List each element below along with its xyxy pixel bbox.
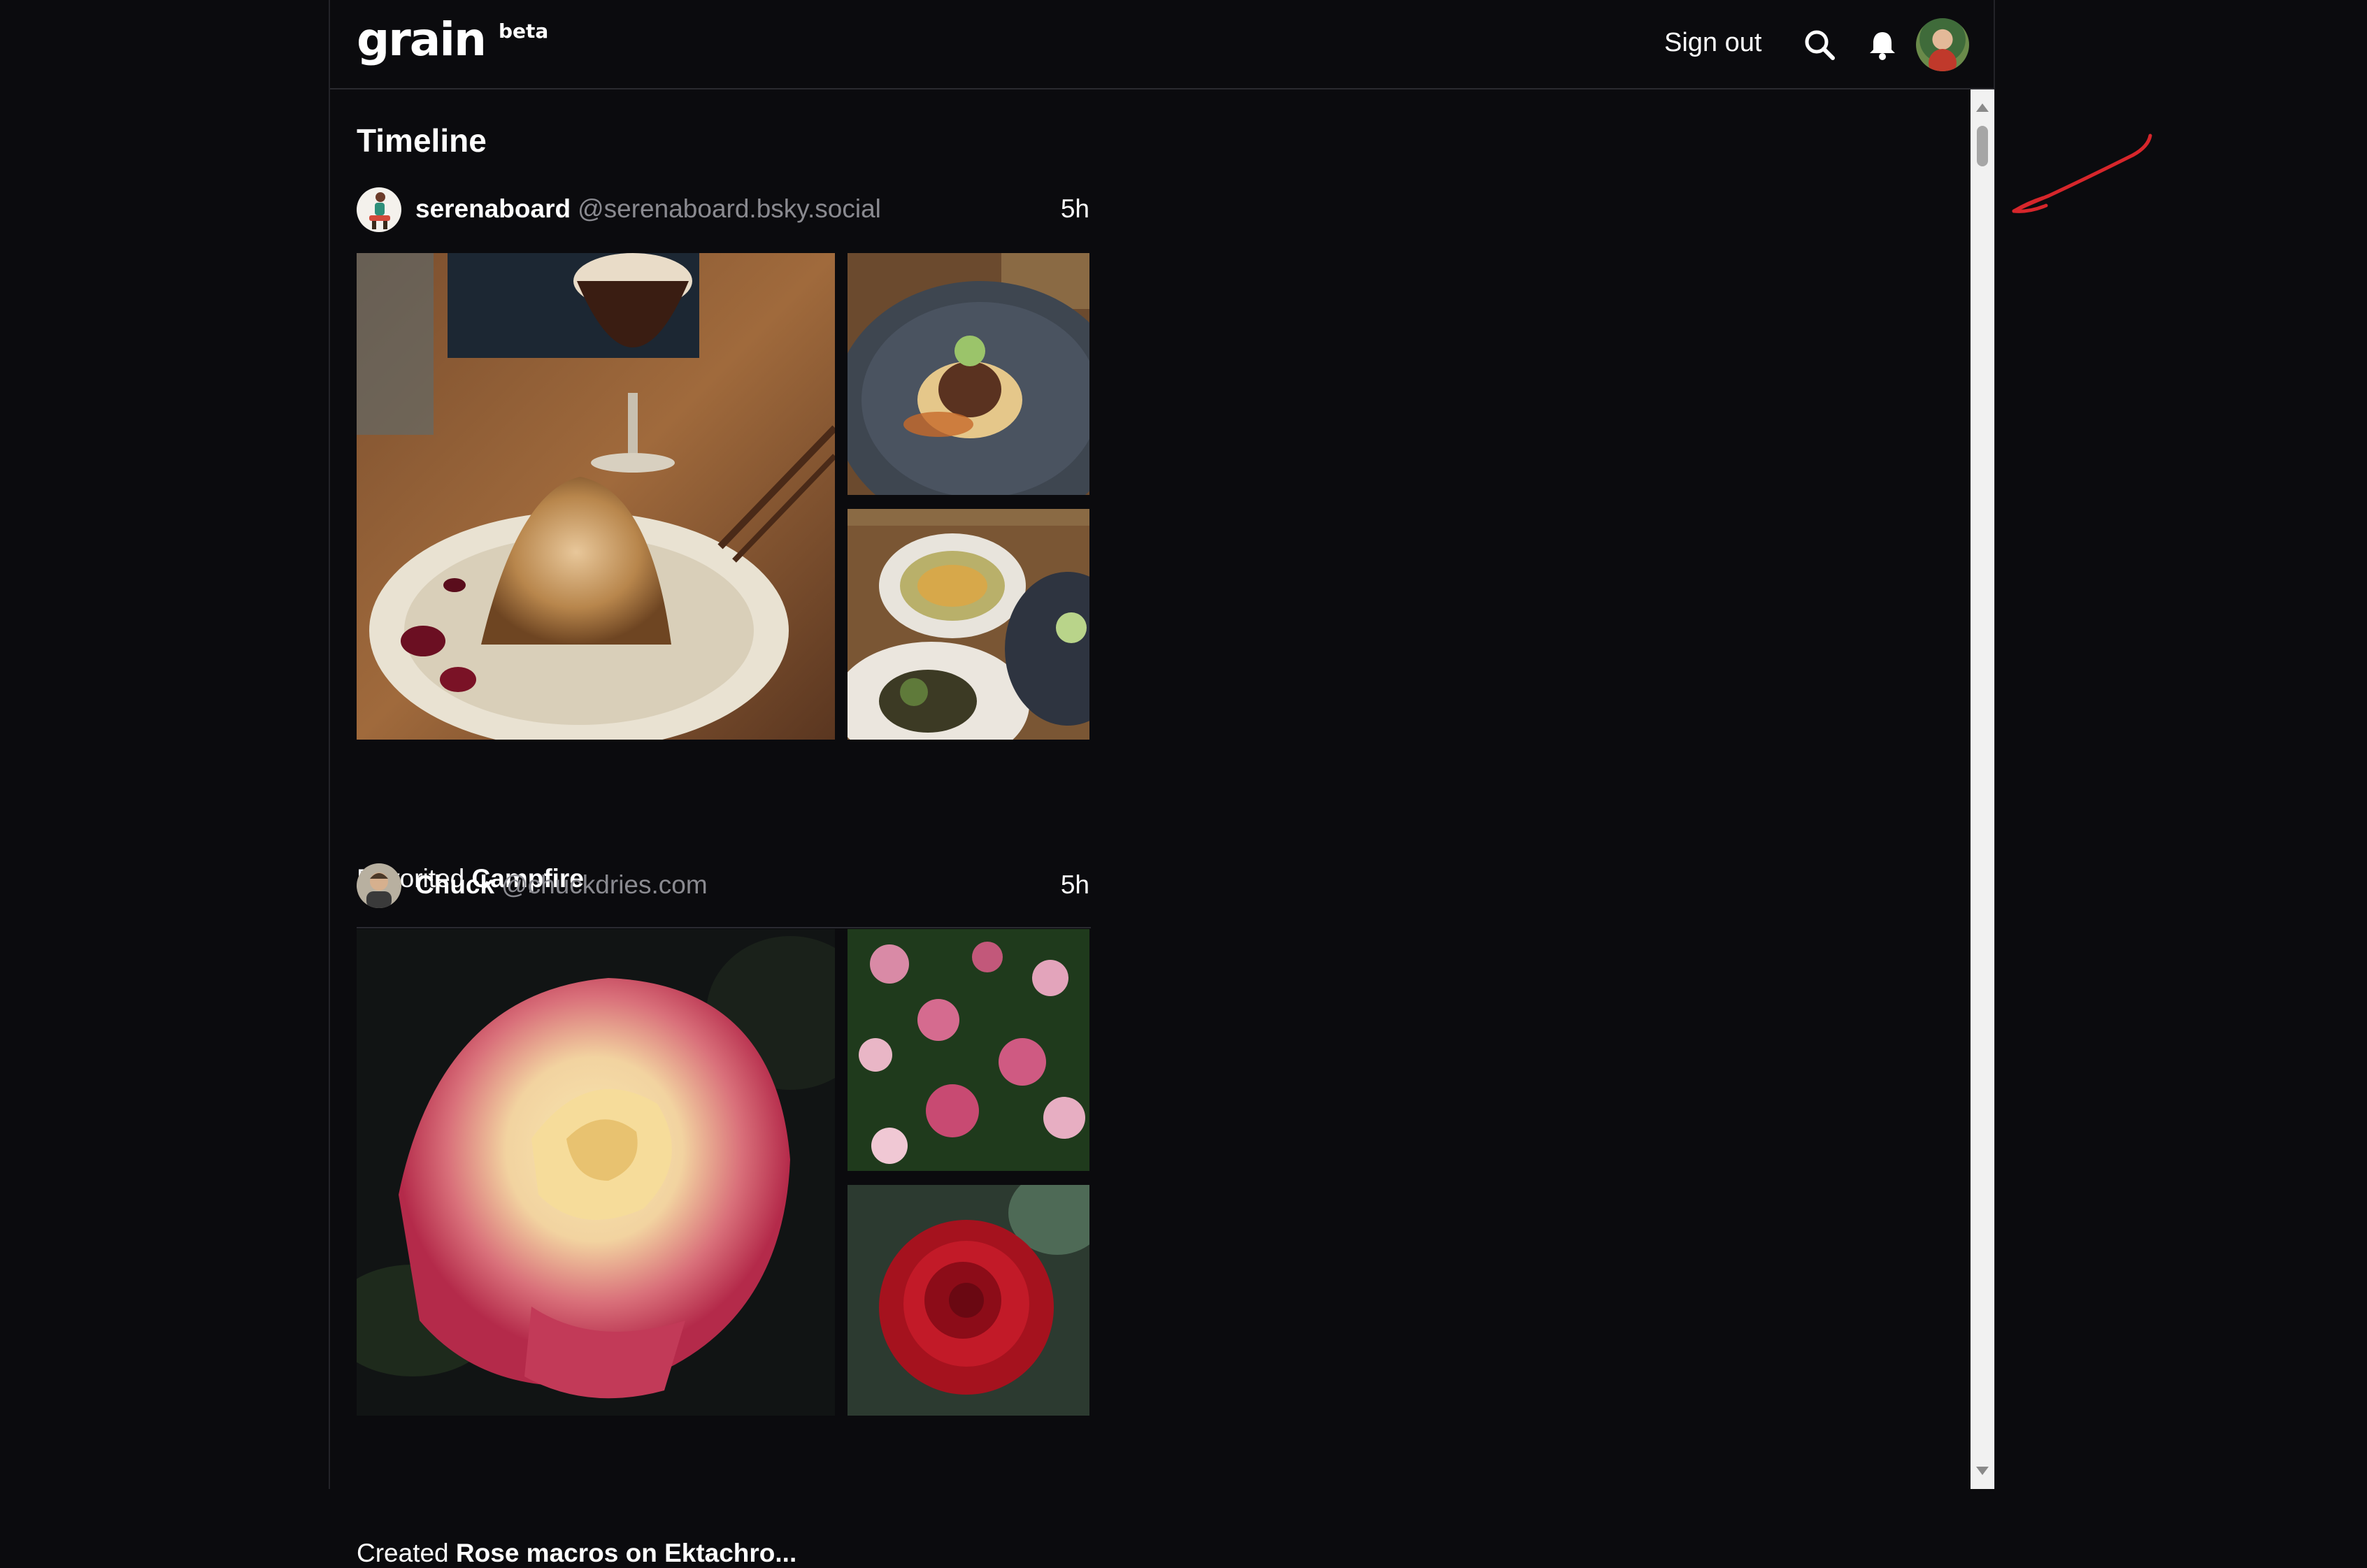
post-author[interactable]: serenaboard @serenaboard.bsky.social	[415, 194, 881, 224]
caption-action: Created	[357, 1539, 449, 1567]
top-bar: grain beta Sign out	[330, 0, 1994, 89]
annotation-arrow-icon	[2012, 134, 2152, 213]
post-author[interactable]: Chuck @chuckdries.com	[415, 870, 708, 900]
scroll-down-arrow-icon[interactable]	[1971, 1460, 1994, 1483]
app-window: grain beta Sign out Timeline serenaboard…	[329, 0, 1995, 1567]
scroll-up-arrow-icon[interactable]	[1971, 95, 1994, 119]
photo-grid	[357, 253, 1089, 740]
timeline-post: Chuck @chuckdries.com 5h Created Rose ma…	[357, 862, 1098, 1567]
timeline-post: serenaboard@serenaboard.bsky.social 5h	[357, 186, 1098, 934]
photo-grid	[357, 929, 1089, 1416]
post-time: 5h	[1060, 194, 1089, 223]
search-icon[interactable]	[1801, 27, 1838, 63]
handle: @serenaboard.bsky.social	[578, 194, 881, 223]
timeline-view: Timeline serenaboard @serenaboard.bsky.so…	[330, 89, 1969, 1567]
grain-logo[interactable]: grain beta	[357, 13, 548, 75]
display-name: Chuck	[415, 870, 495, 899]
scrollbar-thumb[interactable]	[1977, 126, 1988, 166]
post-time: 5h	[1060, 870, 1089, 899]
sign-out-link[interactable]: Sign out	[1664, 28, 1761, 58]
page-title: Timeline	[357, 122, 487, 159]
logo-text: grain	[357, 13, 487, 66]
user-avatar[interactable]	[1916, 18, 1969, 71]
beta-badge: beta	[499, 20, 549, 43]
handle: @chuckdries.com	[501, 870, 708, 899]
post-caption: Created Rose macros on Ektachro...	[357, 1539, 796, 1568]
vertical-scrollbar[interactable]	[1971, 89, 1994, 1489]
post-header: Chuck @chuckdries.com 5h	[357, 862, 1098, 911]
post-header: serenaboard @serenaboard.bsky.social 5h	[357, 186, 1098, 235]
photo-main[interactable]	[357, 929, 835, 1416]
photo-main[interactable]	[357, 253, 835, 740]
bell-icon[interactable]	[1864, 27, 1901, 63]
display-name: serenaboard	[415, 194, 571, 223]
gallery-link[interactable]: Rose macros on Ektachro...	[456, 1539, 796, 1567]
avatar[interactable]	[357, 187, 401, 232]
avatar[interactable]	[357, 863, 401, 908]
photo-thumb[interactable]	[848, 929, 1089, 1171]
photo-thumb[interactable]	[848, 253, 1089, 495]
photo-thumb[interactable]	[848, 509, 1089, 740]
photo-thumb[interactable]	[848, 1185, 1089, 1416]
